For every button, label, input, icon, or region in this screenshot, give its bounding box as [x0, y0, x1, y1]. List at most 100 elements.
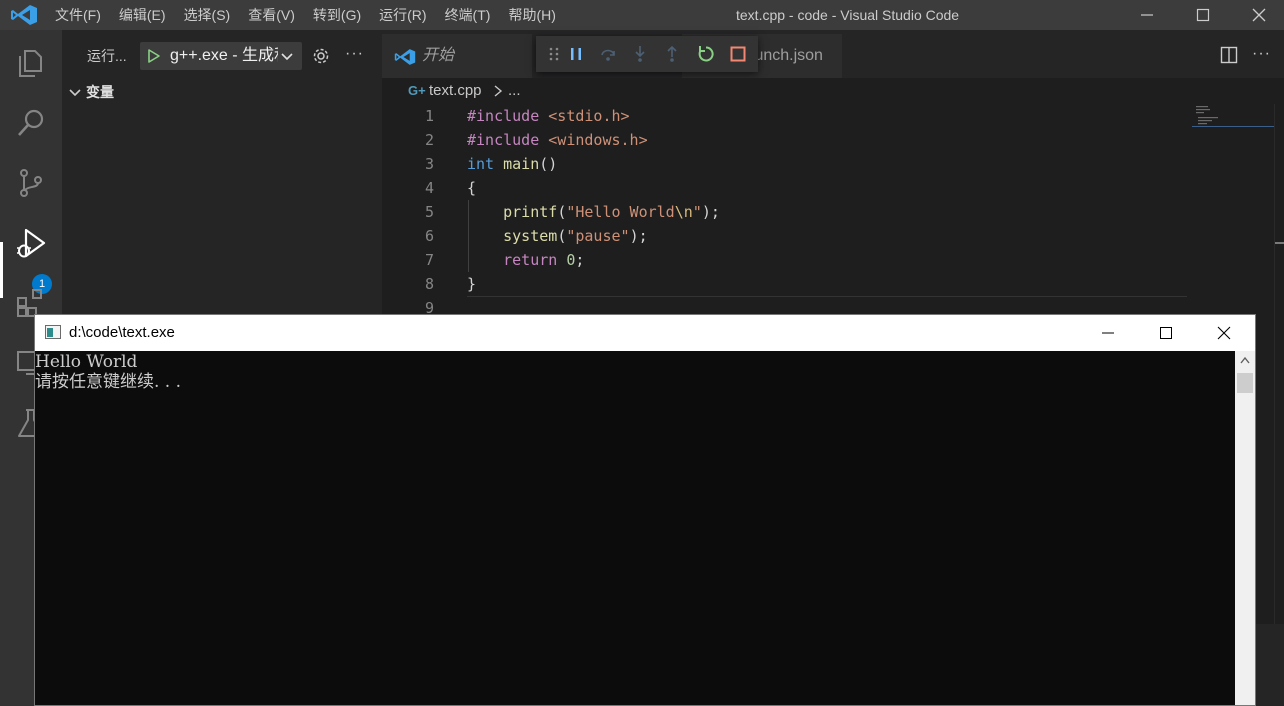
tab-welcome[interactable]: 开始 — [382, 34, 532, 78]
menu-go[interactable]: 转到(G) — [304, 0, 370, 30]
code-line[interactable]: 1 #include <stdio.h> — [382, 104, 1192, 128]
chevron-down-icon — [281, 53, 293, 61]
menu-bar: 文件(F) 编辑(E) 选择(S) 查看(V) 转到(G) 运行(R) 终端(T… — [46, 0, 565, 30]
menu-selection[interactable]: 选择(S) — [175, 0, 240, 30]
code-token: ( — [557, 203, 567, 221]
code-token: ( — [557, 227, 567, 245]
code-token: \n — [674, 203, 693, 221]
minimize-icon — [1141, 14, 1153, 16]
run-debug-icon[interactable] — [14, 226, 48, 260]
editor-more-actions-icon[interactable]: ··· — [1252, 44, 1271, 64]
vscode-window: 文件(F) 编辑(E) 选择(S) 查看(V) 转到(G) 运行(R) 终端(T… — [0, 0, 1284, 706]
restart-icon[interactable] — [696, 44, 716, 64]
split-editor-icon[interactable] — [1220, 46, 1238, 64]
code-token: ; — [575, 251, 585, 269]
code-token: ); — [629, 227, 648, 245]
code-token: <stdio.h> — [548, 107, 630, 125]
launch-config-name: g++.exe - 生成和调试活动文件 — [170, 47, 278, 64]
code-text: } — [467, 272, 476, 296]
line-number: 8 — [424, 275, 434, 293]
cpp-file-icon: G+ — [408, 83, 426, 98]
code-text: int main() — [467, 152, 557, 176]
variables-section-header[interactable]: 变量 — [62, 80, 382, 104]
code-token: #include — [467, 107, 540, 125]
vscode-logo-icon — [394, 49, 416, 65]
start-debugging-icon[interactable] — [146, 48, 162, 64]
step-over-icon[interactable] — [598, 44, 618, 64]
console-scroll-thumb[interactable] — [1237, 373, 1253, 393]
close-button[interactable] — [1230, 0, 1284, 30]
code-text: return 0; — [467, 248, 584, 272]
drag-handle-icon[interactable] — [544, 44, 564, 64]
menu-run[interactable]: 运行(R) — [370, 0, 435, 30]
minimize-button[interactable] — [1118, 0, 1176, 30]
step-out-icon[interactable] — [662, 44, 682, 64]
code-text: #include <windows.h> — [467, 128, 648, 152]
vscode-logo-icon — [11, 5, 37, 25]
gear-icon[interactable] — [311, 46, 331, 66]
code-token: #include — [467, 131, 540, 149]
menu-view[interactable]: 查看(V) — [239, 0, 304, 30]
menu-edit[interactable]: 编辑(E) — [110, 0, 175, 30]
code-token: ); — [701, 203, 720, 221]
menu-terminal[interactable]: 终端(T) — [436, 0, 500, 30]
console-output[interactable]: Hello World 请按任意键继续. . . — [35, 351, 1235, 705]
line-number: 5 — [424, 203, 434, 221]
maximize-button[interactable] — [1174, 0, 1232, 30]
notification-strip — [1256, 624, 1284, 706]
explorer-icon[interactable] — [14, 46, 48, 80]
code-token: } — [467, 275, 477, 293]
step-into-icon[interactable] — [630, 44, 650, 64]
title-bar: 文件(F) 编辑(E) 选择(S) 查看(V) 转到(G) 运行(R) 终端(T… — [0, 0, 1284, 30]
code-line[interactable]: 7 return 0; — [382, 248, 1192, 272]
code-token: "Hello World — [566, 203, 675, 221]
code-line[interactable]: 5 printf("Hello World\n"); — [382, 200, 1192, 224]
menu-file[interactable]: 文件(F) — [46, 0, 110, 30]
editor-scrollbar[interactable] — [1274, 104, 1284, 706]
run-header: 运行... g++.exe - 生成和调试活动文件 ··· — [62, 30, 382, 78]
console-window: d:\code\text.exe Hello World 请按任意键继续. . … — [34, 314, 1256, 706]
code-token: return — [503, 251, 558, 269]
search-icon[interactable] — [14, 106, 48, 140]
pause-icon[interactable] — [566, 44, 586, 64]
line-number: 4 — [424, 179, 434, 197]
console-line: 请按任意键继续. . . — [35, 372, 182, 392]
code-line[interactable]: 4{ — [382, 176, 1192, 200]
stop-icon[interactable] — [728, 44, 748, 64]
line-number: 7 — [424, 251, 434, 269]
launch-config-select[interactable]: g++.exe - 生成和调试活动文件 — [140, 42, 302, 70]
code-token: " — [692, 203, 702, 221]
line-number: 1 — [424, 107, 434, 125]
console-line: Hello World — [35, 352, 138, 372]
console-title-bar: d:\code\text.exe — [35, 315, 1255, 351]
code-line[interactable]: 3 int main() — [382, 152, 1192, 176]
breadcrumb-file[interactable]: text.cpp — [429, 78, 482, 104]
console-maximize-button[interactable] — [1137, 315, 1195, 351]
code-line[interactable]: 8} — [382, 272, 1192, 296]
breadcrumb-symbol[interactable]: ... — [508, 78, 521, 104]
code-line[interactable]: 6 system("pause"); — [382, 224, 1192, 248]
console-scrollbar[interactable] — [1235, 351, 1255, 705]
console-minimize-button[interactable] — [1079, 315, 1137, 351]
console-close-button[interactable] — [1195, 315, 1253, 351]
code-token: <windows.h> — [548, 131, 648, 149]
code-token: main — [503, 155, 540, 173]
chevron-right-icon — [494, 85, 503, 97]
code-text: #include <stdio.h> — [467, 104, 630, 128]
more-actions-icon[interactable]: ··· — [345, 44, 364, 64]
window-title: text.cpp - code - Visual Studio Code — [736, 7, 960, 23]
source-control-icon[interactable] — [14, 166, 48, 200]
code-token: () — [539, 155, 558, 173]
close-icon — [1252, 8, 1266, 22]
menu-help[interactable]: 帮助(H) — [499, 0, 564, 30]
code-line[interactable]: 2 #include <windows.h> — [382, 128, 1192, 152]
line-number: 3 — [424, 155, 434, 173]
scroll-up-icon[interactable] — [1239, 355, 1251, 365]
maximize-icon — [1160, 327, 1172, 339]
